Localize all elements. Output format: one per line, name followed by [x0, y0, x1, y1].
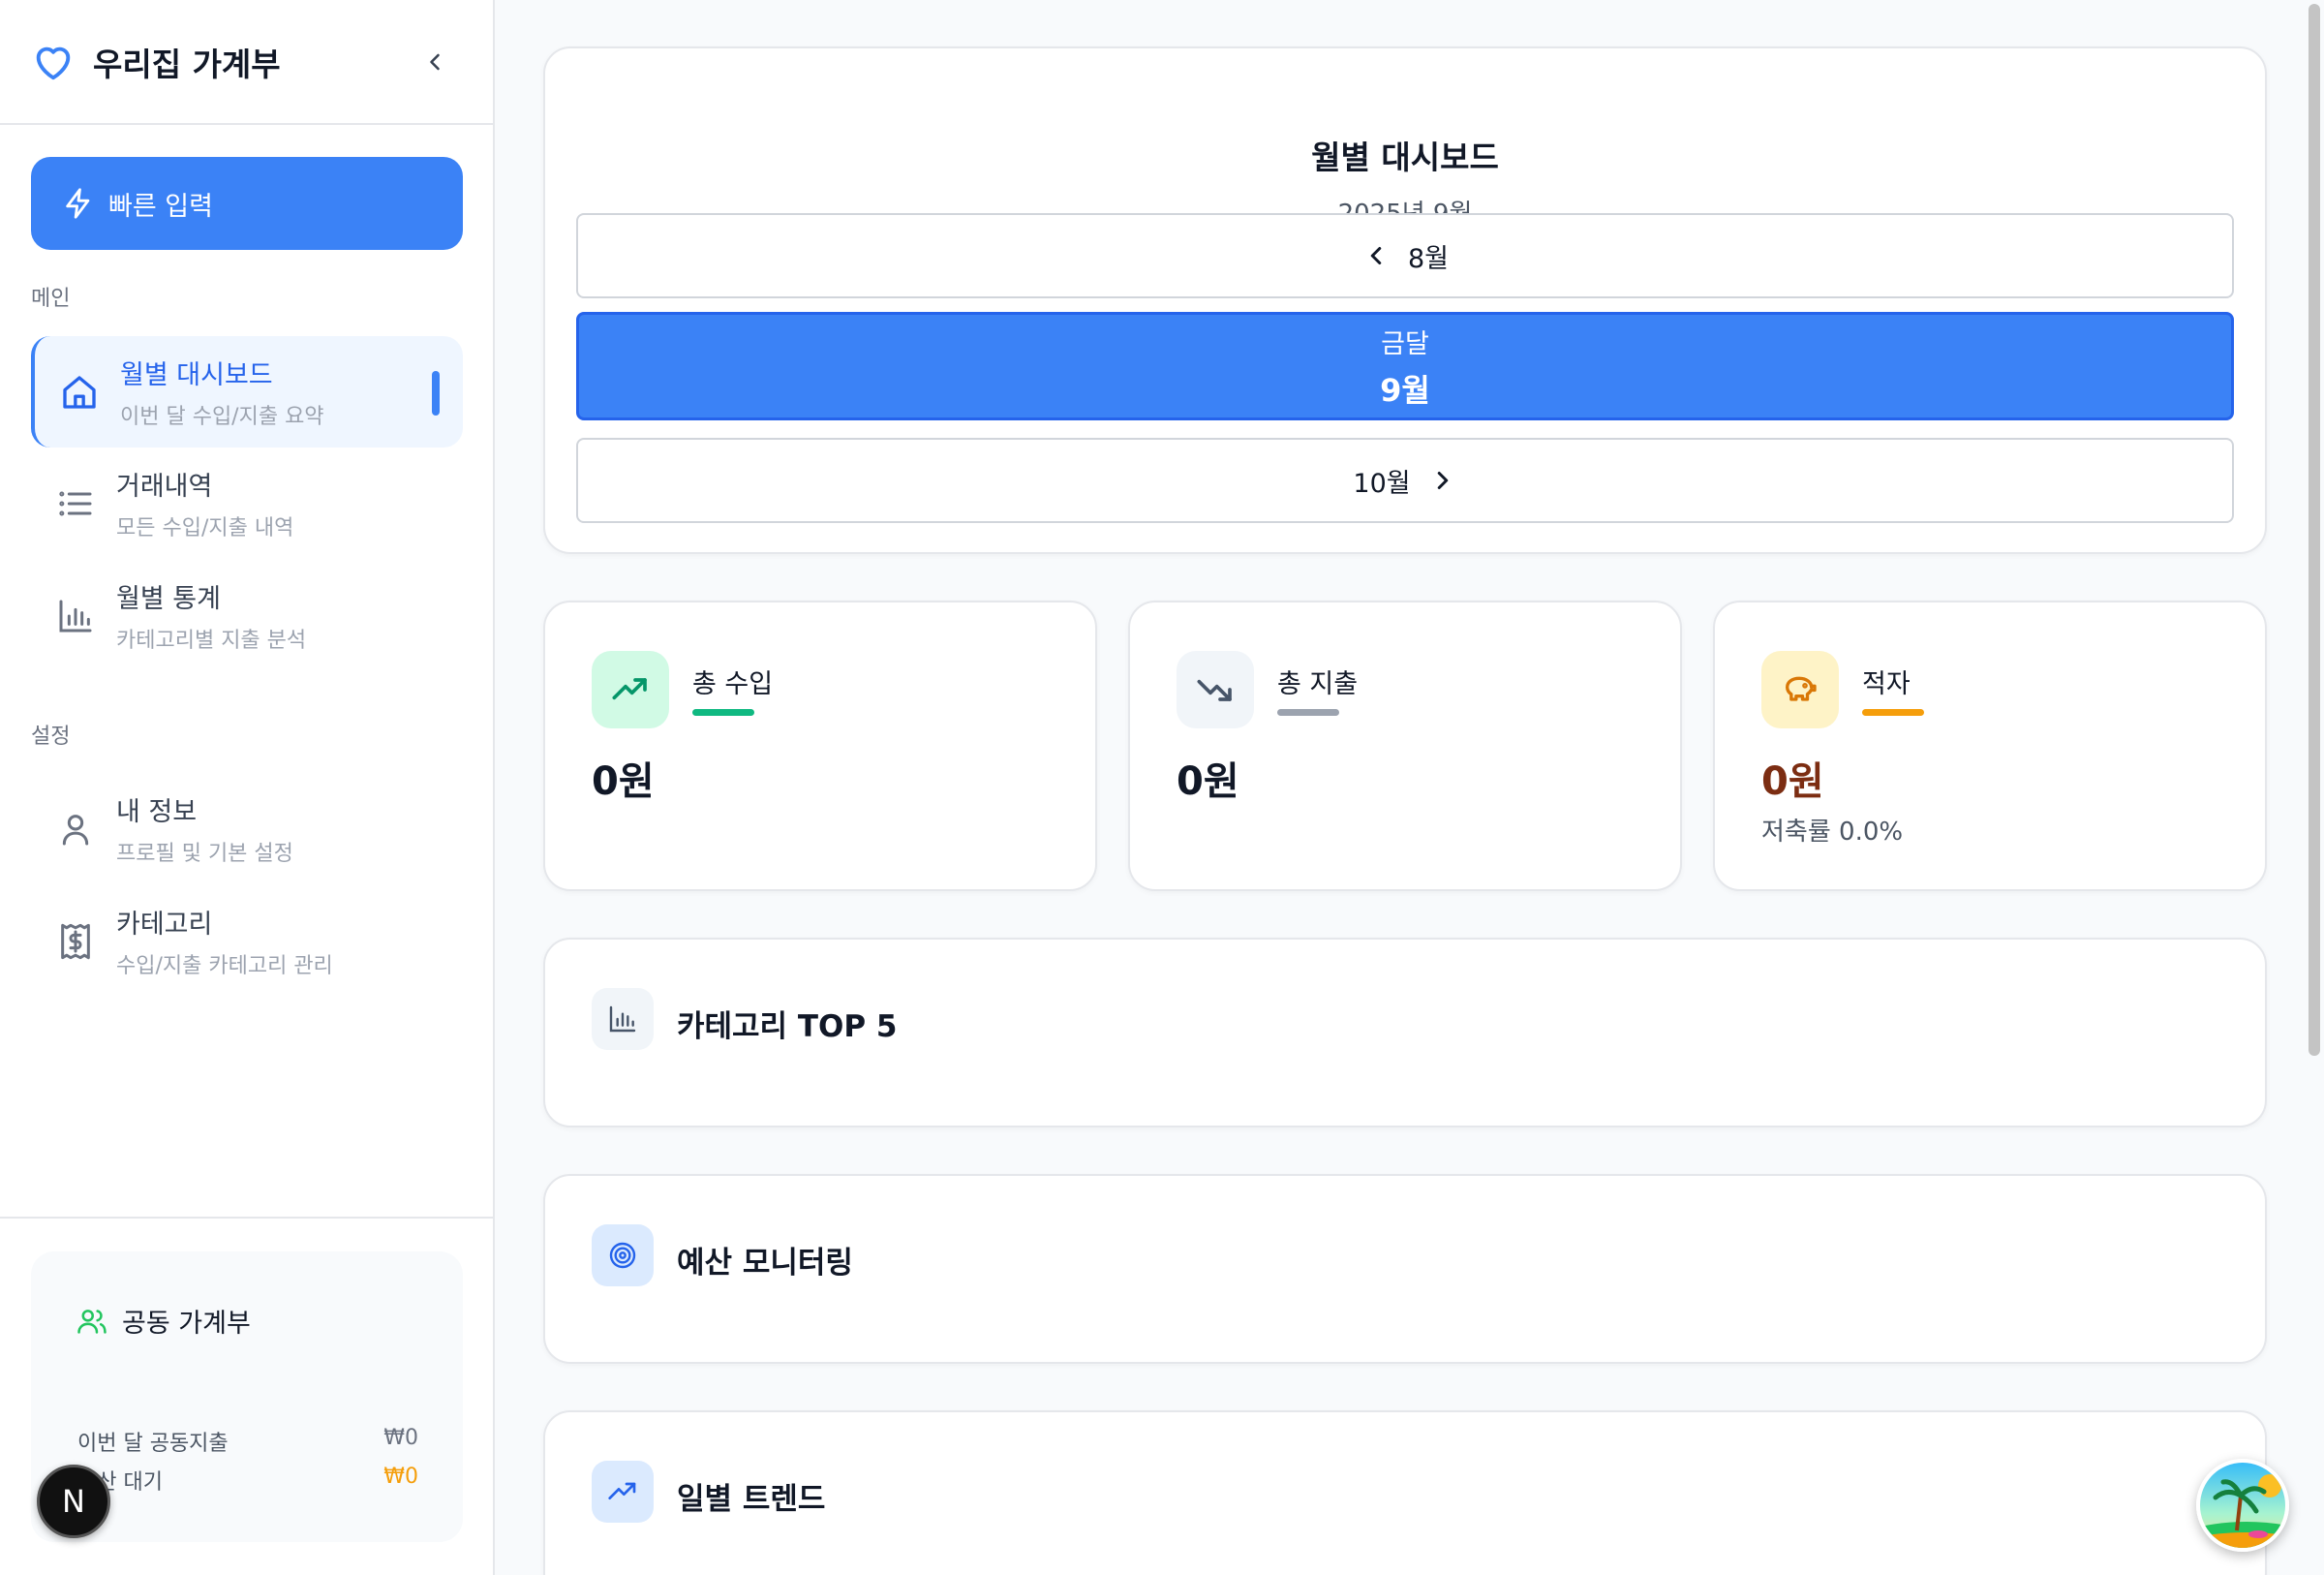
sidebar-item-transactions[interactable]: 거래내역 모든 수입/지출 내역	[31, 448, 463, 559]
sidebar-item-categories[interactable]: 카테고리 수입/지출 카테고리 관리	[31, 885, 463, 997]
shared-ledger-title: 공동 가계부	[122, 1309, 251, 1339]
prev-month-button[interactable]: 8월	[576, 213, 2234, 298]
beach-avatar-button[interactable]	[2196, 1459, 2289, 1552]
trending-down-icon	[1177, 651, 1254, 728]
list-icon	[56, 484, 95, 523]
next-month-button[interactable]: 10월	[576, 438, 2234, 523]
page-scrollbar[interactable]	[2303, 0, 2324, 1575]
total-income-card: 총 수입 0원	[543, 601, 1097, 891]
users-icon	[77, 1309, 107, 1334]
sidebar-item-subtitle: 카테고리별 지출 분석	[116, 629, 307, 653]
chevron-left-icon	[1370, 247, 1382, 264]
sidebar-item-subtitle: 프로필 및 기본 설정	[116, 842, 293, 866]
sidebar-item-title: 내 정보	[116, 797, 198, 827]
page-title: 월별 대시보드	[1311, 139, 1499, 176]
budget-monitoring-title: 예산 모니터링	[677, 1246, 853, 1281]
month-selector-card: 월별 대시보드 2025년 9월 8월 금달 9월 10월	[543, 46, 2267, 554]
sidebar-item-monthly-stats[interactable]: 월별 통계 카테고리별 지출 분석	[31, 560, 463, 671]
daily-trend-card: 일별 트렌드	[543, 1410, 2267, 1575]
settlement-pending-row: 정산 대기 ₩0	[77, 1465, 418, 1496]
bar-chart-icon	[56, 597, 95, 635]
total-income-value: 0원	[592, 759, 655, 804]
total-expense-value: 0원	[1177, 759, 1239, 804]
category-top5-card: 카테고리 TOP 5	[543, 938, 2267, 1127]
sidebar-item-my-info[interactable]: 내 정보 프로필 및 기본 설정	[31, 773, 463, 884]
target-icon	[592, 1224, 654, 1286]
bar-chart-icon	[592, 988, 654, 1050]
budget-monitoring-card: 예산 모니터링	[543, 1174, 2267, 1364]
chevron-left-icon	[430, 53, 440, 70]
active-indicator	[432, 371, 440, 416]
deficit-value: 0원	[1761, 759, 1824, 804]
total-income-label: 총 수입	[692, 669, 774, 699]
sidebar-item-title: 거래내역	[116, 472, 213, 502]
trending-up-icon	[592, 651, 669, 728]
chevron-right-icon	[1437, 472, 1448, 489]
piggy-bank-icon	[1761, 651, 1839, 728]
scrollbar-thumb[interactable]	[2309, 4, 2320, 1056]
expense-accent-bar	[1277, 709, 1339, 716]
app-title: 우리집 가계부	[93, 45, 281, 83]
deficit-accent-bar	[1862, 709, 1924, 716]
sidebar-item-subtitle: 모든 수입/지출 내역	[116, 516, 294, 540]
sidebar-item-title: 월별 대시보드	[120, 360, 273, 390]
receipt-icon	[56, 922, 95, 961]
user-icon	[56, 810, 95, 849]
prev-month-label: 8월	[1407, 243, 1450, 274]
income-accent-bar	[692, 709, 754, 716]
quick-input-button[interactable]: 빠른 입력	[31, 157, 463, 250]
shared-expense-row: 이번 달 공동지출 ₩0	[77, 1426, 418, 1457]
sidebar-item-title: 월별 통계	[116, 584, 221, 614]
lightning-icon	[66, 188, 90, 219]
sidebar-item-monthly-dashboard[interactable]: 월별 대시보드 이번 달 수입/지출 요약	[31, 336, 463, 448]
collapse-sidebar-button[interactable]	[415, 43, 454, 81]
settlement-pending-value: ₩0	[383, 1465, 418, 1489]
trending-up-icon	[592, 1461, 654, 1523]
savings-rate: 저축률 0.0%	[1761, 818, 1904, 847]
home-icon	[60, 373, 99, 412]
sidebar-item-subtitle: 이번 달 수입/지출 요약	[120, 405, 324, 429]
shared-expense-value: ₩0	[383, 1426, 418, 1450]
nextjs-devtools-button[interactable]: N	[37, 1465, 110, 1538]
current-month-button[interactable]: 금달 9월	[576, 312, 2234, 420]
quick-input-label: 빠른 입력	[108, 191, 213, 222]
deficit-label: 적자	[1862, 669, 1911, 699]
sidebar-header: 우리집 가계부	[0, 0, 493, 125]
section-label-settings: 설정	[31, 725, 71, 749]
section-label-main: 메인	[31, 287, 71, 311]
heart-icon	[31, 40, 76, 84]
total-expense-label: 총 지출	[1277, 669, 1359, 699]
sidebar: 우리집 가계부 빠른 입력 메인 월별 대시보드 이번 달 수입/지출 요약 거…	[0, 0, 495, 1575]
current-month-label: 9월	[1380, 371, 1430, 409]
daily-trend-title: 일별 트렌드	[677, 1482, 826, 1517]
sidebar-item-title: 카테고리	[116, 910, 213, 940]
next-month-label: 10월	[1353, 468, 1411, 499]
current-month-caption: 금달	[1381, 328, 1429, 359]
shared-expense-label: 이번 달 공동지출	[77, 1432, 229, 1456]
palm-tree-icon	[2200, 1463, 2285, 1548]
category-top5-title: 카테고리 TOP 5	[677, 1009, 898, 1044]
total-expense-card: 총 지출 0원	[1128, 601, 1682, 891]
sidebar-item-subtitle: 수입/지출 카테고리 관리	[116, 954, 333, 978]
deficit-card: 적자 0원 저축률 0.0%	[1713, 601, 2267, 891]
